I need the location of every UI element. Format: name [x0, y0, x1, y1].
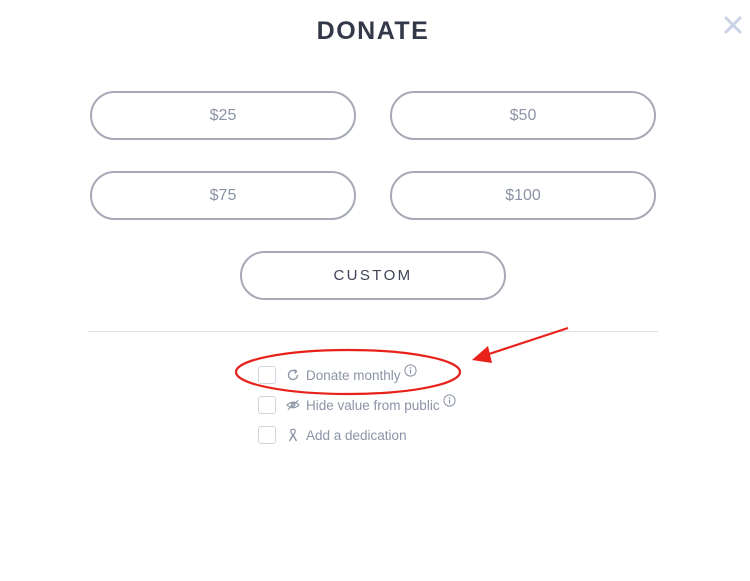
option-add-dedication: Add a dedication	[258, 425, 407, 445]
annotation-arrow-head	[472, 346, 492, 363]
amount-75-button[interactable]: $75	[90, 171, 356, 220]
eye-off-icon	[286, 398, 300, 412]
modal-title: DONATE	[316, 17, 430, 45]
amount-25-button[interactable]: $25	[90, 91, 356, 140]
option-hide-value: Hide value from public	[258, 393, 456, 415]
annotation-arrow-line	[485, 326, 569, 357]
option-donate-monthly: Donate monthly	[258, 363, 417, 385]
divider	[88, 331, 658, 332]
ribbon-icon	[286, 428, 300, 442]
close-icon[interactable]	[722, 14, 744, 36]
amount-100-button[interactable]: $100	[390, 171, 656, 220]
custom-amount-button[interactable]: CUSTOM	[240, 251, 506, 300]
refresh-icon	[286, 368, 300, 382]
info-icon[interactable]	[442, 393, 456, 407]
donate-monthly-label[interactable]: Donate monthly	[306, 368, 401, 383]
add-dedication-checkbox[interactable]	[258, 426, 276, 444]
amount-50-button[interactable]: $50	[390, 91, 656, 140]
hide-value-checkbox[interactable]	[258, 396, 276, 414]
donate-monthly-checkbox[interactable]	[258, 366, 276, 384]
add-dedication-label[interactable]: Add a dedication	[306, 428, 407, 443]
hide-value-label[interactable]: Hide value from public	[306, 398, 440, 413]
info-icon[interactable]	[403, 363, 417, 377]
